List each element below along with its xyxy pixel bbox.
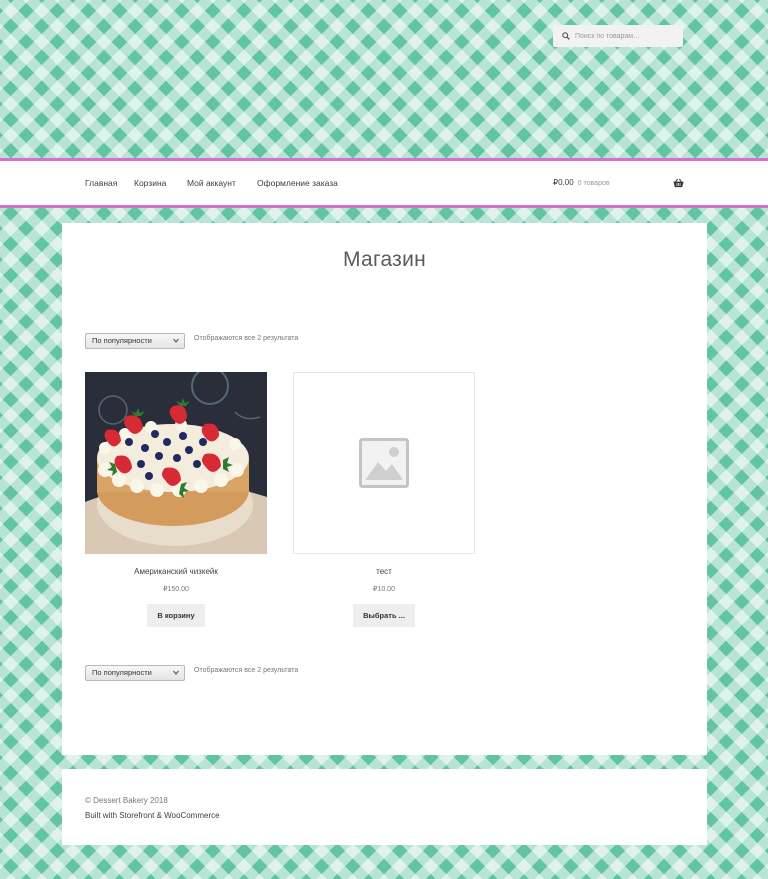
product-price: ₽10.00: [373, 586, 395, 593]
result-count: Отображаются все 2 результата: [194, 335, 299, 342]
sort-select-bottom[interactable]: По популярности: [85, 665, 185, 681]
header-cart[interactable]: ₽0.00 0 товаров: [553, 161, 610, 205]
sort-selected-label: По популярности: [92, 336, 152, 345]
search-icon: [562, 32, 570, 40]
add-to-cart-button[interactable]: В корзину: [147, 604, 205, 627]
chevron-down-icon: [173, 338, 179, 343]
sort-select-top[interactable]: По популярности: [85, 333, 185, 349]
primary-navigation: Главная Корзина Мой аккаунт Оформление з…: [0, 158, 768, 208]
product-image-cheesecake[interactable]: [85, 372, 267, 554]
product-search[interactable]: [553, 25, 683, 47]
cart-count: 0 товаров: [577, 180, 610, 187]
result-count: Отображаются все 2 результата: [194, 667, 299, 674]
nav-item-home[interactable]: Главная: [85, 161, 117, 205]
product-image-test[interactable]: [293, 372, 475, 554]
nav-item-cart[interactable]: Корзина: [134, 161, 166, 205]
search-input[interactable]: [575, 32, 675, 40]
cart-amount: ₽0.00: [553, 178, 574, 187]
page-title: Магазин: [342, 248, 427, 271]
product-name[interactable]: Американский чизкейк: [85, 567, 267, 576]
cheesecake-image: [85, 372, 267, 554]
sort-selected-label: По популярности: [92, 668, 152, 677]
shop-content: Магазин По популярности Отображаются все…: [62, 223, 707, 755]
built-with-link[interactable]: Built with Storefront & WooCommerce: [85, 811, 220, 820]
copyright-text: © Dessert Bakery 2018: [85, 796, 168, 805]
nav-item-checkout[interactable]: Оформление заказа: [257, 161, 338, 205]
chevron-down-icon: [173, 670, 179, 675]
nav-item-my-account[interactable]: Мой аккаунт: [187, 161, 236, 205]
placeholder-image-icon: [359, 438, 409, 488]
product-name[interactable]: тест: [293, 567, 475, 576]
basket-icon[interactable]: [673, 178, 684, 188]
product-price: ₽150.00: [163, 586, 189, 593]
site-footer: © Dessert Bakery 2018 Built with Storefr…: [62, 769, 707, 845]
select-options-button[interactable]: Выбрать ...: [353, 604, 415, 627]
